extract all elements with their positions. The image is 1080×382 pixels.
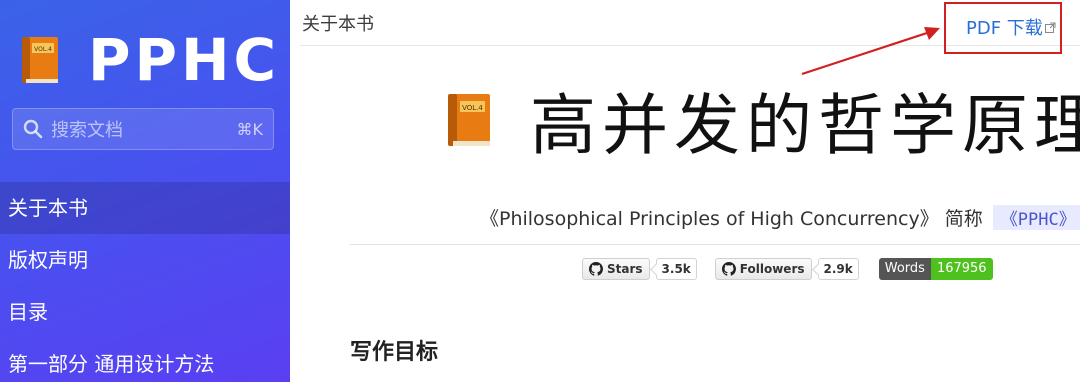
github-stars-label: Stars <box>607 262 643 276</box>
github-followers-badge[interactable]: Followers 2.9k <box>714 258 859 280</box>
sidebar-item-toc[interactable]: 目录 <box>0 286 290 338</box>
github-followers-count[interactable]: 2.9k <box>817 258 859 280</box>
github-followers-button[interactable]: Followers <box>714 258 812 280</box>
page-title: VOL.4 高并发的哲学原理 <box>448 80 1080 164</box>
book-icon: VOL.4 <box>448 94 490 146</box>
subtitle-text: 《Philosophical Principles of High Concur… <box>480 208 983 230</box>
github-icon <box>721 262 736 276</box>
external-link-icon <box>1044 22 1056 33</box>
github-icon <box>589 262 603 276</box>
book-spine-text: VOL.4 <box>34 46 52 53</box>
words-badge-label: Words <box>878 258 931 280</box>
main-content: 关于本书 PDF 下载 VOL.4 高并发的哲学原理 《Philosophica… <box>290 0 1080 382</box>
brand-title: PPHC <box>88 26 281 94</box>
book-icon: VOL.4 <box>22 37 58 83</box>
book-spine-text: VOL.4 <box>462 104 483 112</box>
words-badge: Words 167956 <box>878 258 993 280</box>
sidebar: VOL.4 PPHC 搜索文档 ⌘K 关于本书 版权声明 目录 第一部分 通用设… <box>0 0 290 382</box>
words-badge-value: 167956 <box>930 258 993 280</box>
pdf-download-link[interactable]: PDF 下载 <box>966 14 1056 40</box>
github-stars-badge[interactable]: Stars 3.5k <box>582 258 697 280</box>
search-icon <box>23 119 43 139</box>
github-stars-count[interactable]: 3.5k <box>655 258 697 280</box>
search-input[interactable]: 搜索文档 ⌘K <box>12 108 274 150</box>
page-title-text: 高并发的哲学原理 <box>530 87 1080 164</box>
search-shortcut: ⌘K <box>236 119 264 139</box>
abbreviation-code: 《PPHC》 <box>992 205 1080 230</box>
subtitle: 《Philosophical Principles of High Concur… <box>480 204 1080 231</box>
sidebar-item-part-one[interactable]: 第一部分 通用设计方法 <box>0 338 290 382</box>
pdf-download-label: PDF 下载 <box>966 18 1043 39</box>
breadcrumb: 关于本书 <box>302 14 374 35</box>
brand[interactable]: VOL.4 PPHC <box>22 28 280 92</box>
github-stars-button[interactable]: Stars <box>582 258 650 280</box>
sidebar-item-about[interactable]: 关于本书 <box>0 182 290 234</box>
sidebar-item-copyright[interactable]: 版权声明 <box>0 234 290 286</box>
divider <box>350 244 1080 245</box>
github-followers-label: Followers <box>739 262 805 276</box>
sidebar-nav: 关于本书 版权声明 目录 第一部分 通用设计方法 <box>0 182 290 382</box>
search-placeholder: 搜索文档 <box>51 120 123 141</box>
section-heading: 写作目标 <box>350 340 439 365</box>
badge-row: Stars 3.5k Followers 2.9k Words 167956 <box>582 258 993 280</box>
